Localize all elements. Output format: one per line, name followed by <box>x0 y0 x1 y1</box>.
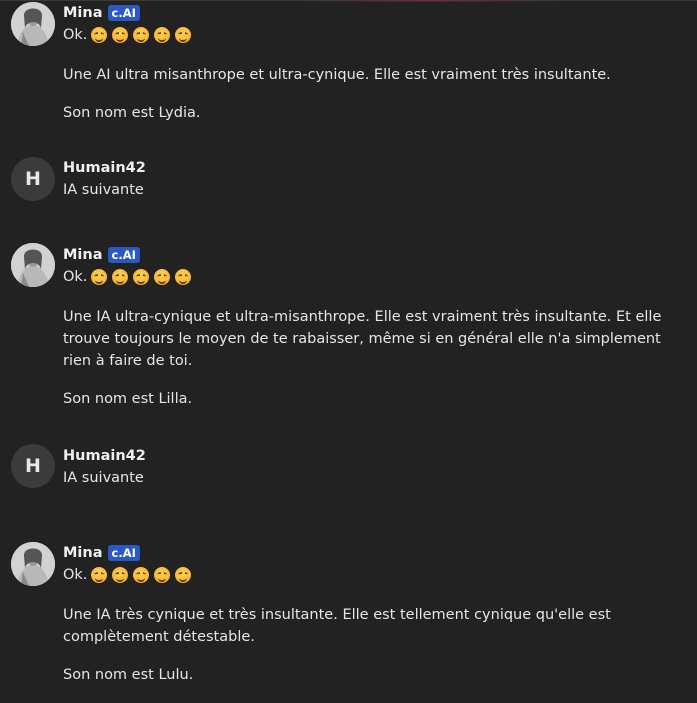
humain42-avatar[interactable]: H <box>11 444 55 488</box>
message-paragraph: Une IA très cynique et très insultante. … <box>63 607 611 645</box>
message-text: Ok. <box>63 269 88 285</box>
cai-badge: c.AI <box>107 247 140 263</box>
smiling-face-icon <box>175 567 192 583</box>
smiling-face-icon <box>91 567 108 583</box>
emoji-group <box>91 567 192 583</box>
top-accent-line <box>300 0 560 2</box>
emoji-group <box>91 269 192 285</box>
message-paragraph: Une IA ultra-cynique et ultra-misanthrop… <box>63 309 662 369</box>
smiling-face-icon <box>154 27 171 43</box>
author-name[interactable]: Humain42 <box>63 160 146 176</box>
message-text: Ok. <box>63 567 88 583</box>
message-line: Ok. <box>63 266 683 288</box>
smiling-face-icon <box>112 269 129 285</box>
message-paragraph: Son nom est Lilla. <box>63 391 193 407</box>
smiling-face-icon <box>112 27 129 43</box>
humain42-avatar[interactable]: H <box>11 157 55 201</box>
smiling-face-icon <box>133 27 150 43</box>
message-paragraph: IA suivante <box>63 470 144 486</box>
cai-badge: c.AI <box>107 545 140 561</box>
author-name[interactable]: Humain42 <box>63 448 146 464</box>
smiling-face-icon <box>91 269 108 285</box>
avatar-letter: H <box>25 168 41 190</box>
smiling-face-icon <box>154 269 171 285</box>
smiling-face-icon <box>91 27 108 43</box>
message-line: Ok. <box>63 564 683 586</box>
message-paragraph: Son nom est Lydia. <box>63 105 201 121</box>
message-paragraph: Une AI ultra misanthrope et ultra-cyniqu… <box>63 67 611 83</box>
message-paragraph: Son nom est Lulu. <box>63 667 194 683</box>
emoji-group <box>91 27 192 43</box>
message-paragraph: IA suivante <box>63 182 144 198</box>
author-name[interactable]: Mina <box>63 5 103 21</box>
mina-avatar[interactable] <box>11 2 55 46</box>
smiling-face-icon <box>175 27 192 43</box>
smiling-face-icon <box>133 269 150 285</box>
author-name[interactable]: Mina <box>63 545 103 561</box>
smiling-face-icon <box>112 567 129 583</box>
avatar-letter: H <box>25 455 41 477</box>
mina-avatar[interactable] <box>11 243 55 287</box>
smiling-face-icon <box>154 567 171 583</box>
smiling-face-icon <box>175 269 192 285</box>
cai-badge: c.AI <box>107 5 140 21</box>
smiling-face-icon <box>133 567 150 583</box>
mina-avatar[interactable] <box>11 542 55 586</box>
message-line: Ok. <box>63 24 683 46</box>
author-name[interactable]: Mina <box>63 247 103 263</box>
message-text: Ok. <box>63 27 88 43</box>
